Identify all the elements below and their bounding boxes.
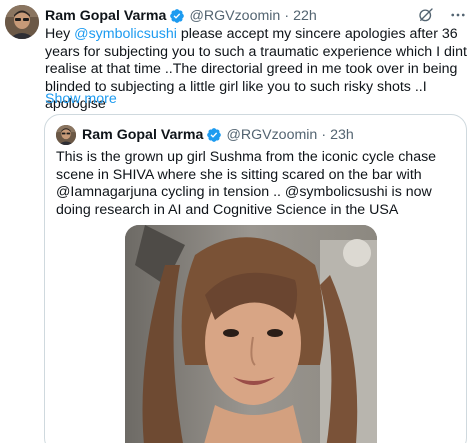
quote-avatar: [56, 125, 76, 145]
verified-badge-icon: [207, 128, 222, 142]
author-handle[interactable]: @RGVzoomin: [189, 8, 280, 24]
mention-link[interactable]: @symbolicsushi: [74, 26, 177, 42]
grok-icon[interactable]: [417, 6, 435, 24]
tweet-text-prefix: Hey: [45, 26, 75, 42]
quoted-tweet[interactable]: Ram Gopal Varma @RGVzoomin · 23h This is…: [44, 114, 467, 443]
top-actions: [417, 6, 467, 24]
tweet[interactable]: Ram Gopal Varma @RGVzoomin · 22h Hey @sy…: [0, 0, 475, 443]
avatar[interactable]: [5, 5, 39, 39]
quote-header: Ram Gopal Varma @RGVzoomin · 23h: [56, 125, 354, 145]
separator-dot: ·: [284, 8, 290, 24]
quote-author-handle: @RGVzoomin: [226, 127, 318, 143]
quote-photo[interactable]: [125, 225, 377, 443]
author-name[interactable]: Ram Gopal Varma: [45, 8, 166, 24]
quote-timestamp: 23h: [330, 127, 354, 143]
timestamp[interactable]: 22h: [293, 8, 317, 24]
separator-dot: ·: [321, 127, 327, 143]
verified-badge-icon: [170, 9, 185, 23]
quote-text: This is the grown up girl Sushma from th…: [56, 149, 437, 218]
show-more-link[interactable]: Show more: [45, 91, 117, 107]
more-options-icon[interactable]: [449, 6, 467, 24]
tweet-header: Ram Gopal Varma @RGVzoomin · 22h: [45, 7, 317, 25]
quote-author-name: Ram Gopal Varma: [82, 127, 204, 143]
